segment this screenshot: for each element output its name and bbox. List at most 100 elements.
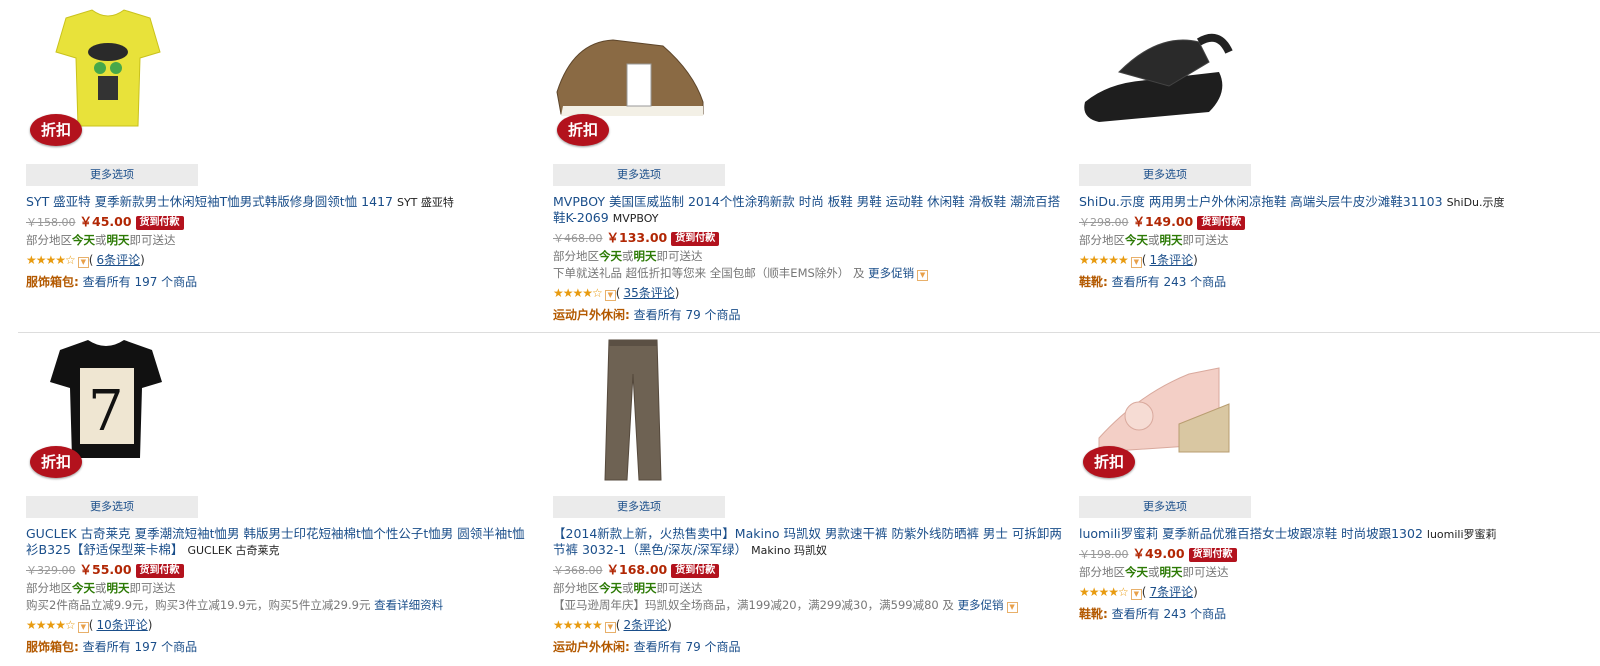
price-line: ￥198.00 ￥49.00 货到付款: [1079, 546, 1600, 563]
promo-text: 购买2件商品立减9.9元，购买3件立减19.9元，购买5件立减29.9元: [26, 598, 371, 612]
promo-text: 【亚马逊周年庆】玛凯奴全场商品，满199减20，满299减30，满599减80 …: [553, 598, 954, 612]
more-options-button[interactable]: 更多选项: [1079, 496, 1251, 518]
promo-link[interactable]: 查看详细资料: [374, 598, 443, 612]
cod-badge: 货到付款: [1188, 548, 1237, 562]
more-options-button[interactable]: 更多选项: [1079, 164, 1251, 186]
star-rating-icon: ★★★★★: [1079, 253, 1129, 267]
reviews-link[interactable]: 35条评论: [623, 286, 674, 300]
more-options-button[interactable]: 更多选项: [26, 496, 198, 518]
chevron-down-icon[interactable]: ▼: [77, 257, 89, 268]
category-label: 运动户外休闲:: [553, 640, 630, 654]
svg-text:7: 7: [88, 379, 124, 444]
star-rating-icon: ★★★★☆: [26, 618, 76, 632]
product-thumbnail[interactable]: 折扣: [1079, 334, 1279, 492]
product-thumbnail[interactable]: [553, 334, 753, 492]
star-rating-icon: ★★★★☆: [26, 253, 76, 267]
product-thumbnail[interactable]: 折扣: [26, 2, 226, 160]
product-thumbnail[interactable]: [1079, 2, 1279, 160]
category-link[interactable]: 查看所有 79 个商品: [634, 308, 741, 322]
price-line: ￥468.00 ￥133.00 货到付款: [553, 230, 1083, 247]
brand-name: luomili罗蜜莉: [1426, 528, 1497, 541]
product-title-line: luomili罗蜜莉 夏季新品优雅百搭女士坡跟凉鞋 时尚坡跟1302 luomil…: [1079, 526, 1589, 543]
product-card: 折扣 更多选项 SYT 盛亚特 夏季新款男士休闲短袖T恤男式韩版修身圆领t恤 1…: [26, 2, 556, 290]
more-options-button[interactable]: 更多选项: [553, 496, 725, 518]
list-price: ￥468.00: [553, 232, 603, 245]
category-line: 服饰箱包: 查看所有 197 个商品: [26, 274, 556, 290]
category-label: 运动户外休闲:: [553, 308, 630, 322]
rating-row: ★★★★☆ ▼(10条评论): [26, 618, 153, 633]
category-line: 鞋靴: 查看所有 243 个商品: [1079, 274, 1600, 290]
category-label: 鞋靴:: [1079, 275, 1108, 289]
category-link[interactable]: 查看所有 197 个商品: [83, 640, 198, 654]
promo-info: 购买2件商品立减9.9元，购买3件立减19.9元，购买5件立减29.9元 查看详…: [26, 597, 556, 613]
brand-name: Makino 玛凯奴: [751, 544, 828, 557]
product-title-link[interactable]: ShiDu.示度 两用男士户外休闲凉拖鞋 高端头层牛皮沙滩鞋31103: [1079, 194, 1443, 209]
sale-price: ￥45.00: [79, 214, 132, 229]
pants-image: [604, 339, 662, 481]
rating-row: ★★★★☆ ▼(7条评论): [1079, 585, 1198, 600]
cod-badge: 货到付款: [135, 564, 184, 578]
star-rating-icon: ★★★★☆: [1079, 585, 1129, 599]
product-card: 折扣 更多选项 luomili罗蜜莉 夏季新品优雅百搭女士坡跟凉鞋 时尚坡跟13…: [1079, 334, 1600, 622]
cod-badge: 货到付款: [135, 216, 184, 230]
discount-badge: 折扣: [1083, 446, 1135, 478]
product-thumbnail[interactable]: 7 折扣: [26, 334, 226, 492]
delivery-info: 部分地区今天或明天即可送达: [553, 581, 703, 595]
discount-badge: 折扣: [30, 114, 82, 146]
product-title-line: MVPBOY 美国匡威监制 2014个性涂鸦新款 时尚 板鞋 男鞋 运动鞋 休闲…: [553, 194, 1063, 227]
price-line: ￥298.00 ￥149.00 货到付款: [1079, 214, 1600, 231]
product-title-line: 【2014新款上新，火热售卖中】Makino 玛凯奴 男款速干裤 防紫外线防晒裤…: [553, 526, 1063, 559]
chevron-down-icon[interactable]: ▼: [1006, 602, 1018, 613]
product-thumbnail[interactable]: 折扣: [553, 2, 753, 160]
star-rating-icon: ★★★★☆: [553, 286, 603, 300]
price-line: ￥368.00 ￥168.00 货到付款: [553, 562, 1083, 579]
promo-link[interactable]: 更多促销: [868, 266, 914, 280]
chevron-down-icon[interactable]: ▼: [917, 270, 929, 281]
price-line: ￥329.00 ￥55.00 货到付款: [26, 562, 556, 579]
reviews-link[interactable]: 6条评论: [96, 253, 140, 267]
rating-row: ★★★★☆ ▼(6条评论): [26, 253, 145, 268]
product-title-link[interactable]: SYT 盛亚特 夏季新款男士休闲短袖T恤男式韩版修身圆领t恤 1417: [26, 194, 393, 209]
chevron-down-icon[interactable]: ▼: [77, 622, 89, 633]
category-label: 服饰箱包:: [26, 640, 79, 654]
rating-row: ★★★★☆ ▼(35条评论): [553, 286, 680, 301]
brand-name: GUCLEK 古奇莱克: [187, 544, 280, 557]
reviews-link[interactable]: 2条评论: [623, 618, 667, 632]
sale-price: ￥55.00: [79, 562, 132, 577]
product-title-line: SYT 盛亚特 夏季新款男士休闲短袖T恤男式韩版修身圆领t恤 1417 SYT 盛…: [26, 194, 536, 211]
sale-price: ￥168.00: [606, 562, 668, 577]
star-rating-icon: ★★★★★: [553, 618, 603, 632]
category-label: 鞋靴:: [1079, 607, 1108, 621]
category-link[interactable]: 查看所有 243 个商品: [1112, 275, 1227, 289]
category-line: 运动户外休闲: 查看所有 79 个商品: [553, 639, 1083, 655]
category-link[interactable]: 查看所有 243 个商品: [1112, 607, 1227, 621]
product-title-link[interactable]: luomili罗蜜莉 夏季新品优雅百搭女士坡跟凉鞋 时尚坡跟1302: [1079, 526, 1423, 541]
more-options-button[interactable]: 更多选项: [26, 164, 198, 186]
cod-badge: 货到付款: [671, 232, 720, 246]
list-price: ￥329.00: [26, 564, 76, 577]
reviews-link[interactable]: 1条评论: [1149, 253, 1193, 267]
delivery-info: 部分地区今天或明天即可送达: [1079, 233, 1229, 247]
reviews-link[interactable]: 10条评论: [96, 618, 147, 632]
category-line: 鞋靴: 查看所有 243 个商品: [1079, 606, 1600, 622]
category-link[interactable]: 查看所有 79 个商品: [634, 640, 741, 654]
chevron-down-icon[interactable]: ▼: [1130, 257, 1142, 268]
list-price: ￥298.00: [1079, 216, 1129, 229]
category-link[interactable]: 查看所有 197 个商品: [83, 275, 198, 289]
promo-link[interactable]: 更多促销: [958, 598, 1004, 612]
row-divider: [18, 332, 1600, 333]
chevron-down-icon[interactable]: ▼: [604, 290, 616, 301]
sale-price: ￥49.00: [1132, 546, 1185, 561]
cod-badge: 货到付款: [1197, 216, 1246, 230]
chevron-down-icon[interactable]: ▼: [604, 622, 616, 633]
more-options-button[interactable]: 更多选项: [553, 164, 725, 186]
sandal-image: [1084, 33, 1233, 122]
list-price: ￥158.00: [26, 216, 76, 229]
reviews-link[interactable]: 7条评论: [1149, 585, 1193, 599]
category-label: 服饰箱包:: [26, 275, 79, 289]
discount-badge: 折扣: [30, 446, 82, 478]
brand-name: ShiDu.示度: [1446, 196, 1505, 209]
chevron-down-icon[interactable]: ▼: [1130, 589, 1142, 600]
product-title-line: GUCLEK 古奇莱克 夏季潮流短袖t恤男 韩版男士印花短袖棉t恤个性公子t恤男…: [26, 526, 536, 559]
sale-price: ￥133.00: [606, 230, 668, 245]
